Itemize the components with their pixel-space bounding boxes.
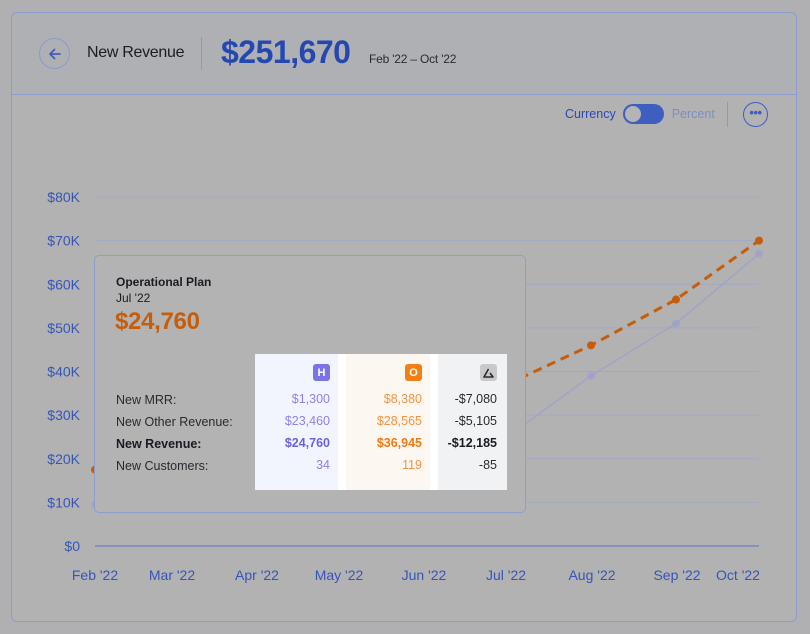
data-point-actual[interactable] — [587, 371, 595, 380]
row-label-new-revenue: New Revenue: — [116, 437, 202, 451]
row-label-new-other-revenue: New Other Revenue: — [116, 415, 233, 429]
y-tick-label: $70K — [47, 233, 80, 249]
cell-new-other-revenue-difference: -$5,105 — [454, 414, 497, 428]
x-tick-label: Feb '22 — [72, 567, 118, 583]
data-point-actual[interactable] — [755, 249, 763, 258]
tooltip-date: Jul '22 — [116, 291, 151, 305]
h-badge-icon: H — [313, 364, 330, 381]
x-tick-label: Sep '22 — [653, 567, 700, 583]
tooltip-column-plan: O $8,380 $28,565 $36,945 119 — [346, 354, 430, 490]
cell-new-revenue-plan: $36,945 — [376, 436, 422, 450]
cell-new-mrr-plan: $8,380 — [383, 392, 422, 406]
x-tick-label: Aug '22 — [568, 567, 615, 583]
cell-new-customers-plan: 119 — [402, 458, 422, 472]
x-tick-label: Mar '22 — [149, 567, 195, 583]
delta-icon — [483, 368, 494, 378]
tooltip-title: Operational Plan — [116, 275, 212, 289]
x-tick-label: Jul '22 — [486, 567, 526, 583]
x-tick-label: Jun '22 — [402, 567, 447, 583]
column-gap — [338, 354, 346, 490]
data-point-actual[interactable] — [672, 319, 680, 328]
y-tick-label: $80K — [47, 189, 80, 205]
y-tick-label: $50K — [47, 320, 80, 336]
row-label-new-mrr: New MRR: — [116, 393, 177, 407]
cell-new-customers-actual: 34 — [316, 458, 330, 472]
row-label-new-customers: New Customers: — [116, 459, 209, 473]
chart-tooltip: Operational Plan Jul '22 $24,760 H $1,30… — [94, 255, 526, 513]
x-axis-ticks: Feb '22 Mar '22 Apr '22 May '22 Jun '22 Jul '… — [72, 567, 760, 583]
y-tick-label: $30K — [47, 407, 80, 423]
tooltip-value: $24,760 — [115, 308, 200, 335]
x-tick-label: Oct '22 — [716, 567, 760, 583]
x-tick-label: May '22 — [315, 567, 364, 583]
y-axis-ticks: $0 $10K $20K $30K $40K $50K $60K $70K $80K — [47, 189, 80, 554]
tooltip-column-difference: -$7,080 -$5,105 -$12,185 -85 — [438, 354, 507, 490]
o-badge-icon: O — [405, 364, 422, 381]
tooltip-column-actual: H $1,300 $23,460 $24,760 34 — [255, 354, 338, 490]
x-tick-label: Apr '22 — [235, 567, 279, 583]
data-point-plan[interactable] — [672, 295, 680, 304]
column-gap — [430, 354, 438, 490]
cell-new-other-revenue-actual: $23,460 — [284, 414, 330, 428]
cell-new-other-revenue-plan: $28,565 — [376, 414, 422, 428]
cell-new-revenue-difference: -$12,185 — [447, 436, 497, 450]
y-tick-label: $0 — [64, 538, 80, 554]
delta-badge-icon — [480, 364, 497, 381]
cell-new-revenue-actual: $24,760 — [284, 436, 330, 450]
y-tick-label: $60K — [47, 276, 80, 292]
cell-new-mrr-actual: $1,300 — [291, 392, 330, 406]
data-point-plan[interactable] — [755, 236, 763, 245]
cell-new-mrr-difference: -$7,080 — [454, 392, 497, 406]
y-tick-label: $10K — [47, 494, 80, 510]
cell-new-customers-difference: -85 — [478, 458, 497, 472]
data-point-plan[interactable] — [587, 341, 595, 350]
y-tick-label: $20K — [47, 451, 80, 467]
y-tick-label: $40K — [47, 364, 80, 380]
